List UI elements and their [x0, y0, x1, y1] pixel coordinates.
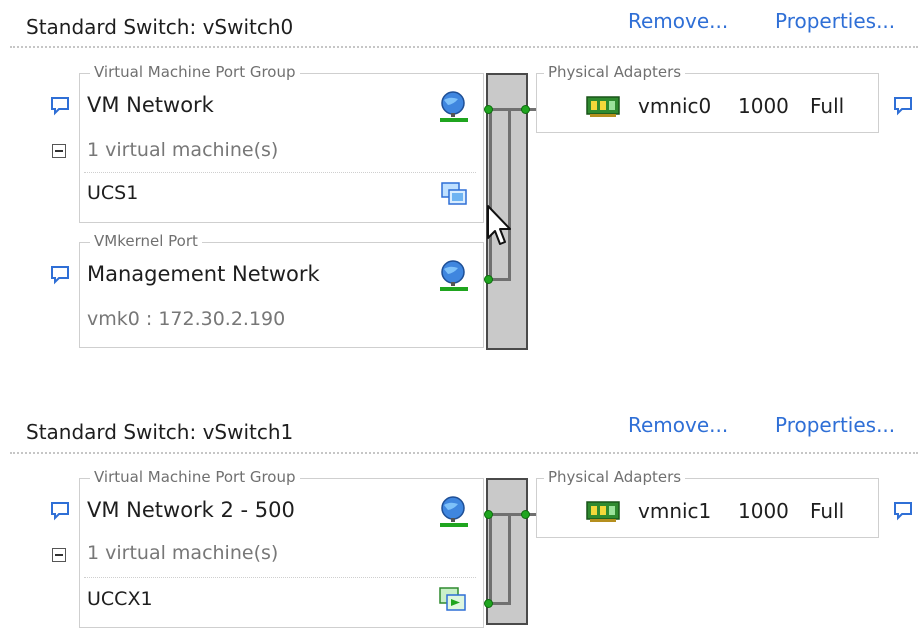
port-group-legend: Virtual Machine Port Group: [90, 468, 300, 486]
speech-bubble-icon[interactable]: [50, 501, 70, 521]
port-dot: [484, 105, 493, 114]
port-dot: [484, 599, 493, 608]
collapse-minus-icon[interactable]: [52, 144, 66, 158]
virtual-machine-icon: [441, 182, 467, 205]
uplink-line: [508, 109, 511, 279]
collapse-minus-icon[interactable]: [52, 548, 66, 562]
nic-speed: 1000: [738, 94, 789, 118]
port-dot: [521, 510, 530, 519]
physical-adapters-legend: Physical Adapters: [544, 468, 686, 486]
virtual-machine-icon: [439, 587, 466, 611]
nic-name[interactable]: vmnic0: [638, 94, 711, 118]
port-group-name[interactable]: VM Network: [87, 93, 214, 117]
nic-name[interactable]: vmnic1: [638, 499, 711, 523]
network-globe-icon: [440, 91, 468, 122]
nic-duplex: Full: [810, 94, 845, 118]
row-divider: [84, 172, 476, 173]
speech-bubble-icon[interactable]: [50, 96, 70, 116]
section-divider: [10, 452, 918, 454]
vm-count-text: 1 virtual machine(s): [87, 139, 279, 161]
vm-count-text: 1 virtual machine(s): [87, 542, 279, 564]
network-globe-icon: [440, 496, 468, 527]
switch-title: Standard Switch: vSwitch1: [26, 420, 294, 444]
physical-adapters-legend: Physical Adapters: [544, 63, 686, 81]
speech-bubble-icon[interactable]: [893, 96, 913, 116]
properties-link[interactable]: Properties...: [775, 9, 895, 33]
speech-bubble-icon[interactable]: [50, 265, 70, 285]
network-globe-icon: [440, 260, 468, 291]
uplink-line: [508, 514, 511, 604]
vmkernel-address: vmk0 : 172.30.2.190: [87, 308, 286, 330]
vmkernel-legend: VMkernel Port: [90, 232, 202, 250]
switch-title: Standard Switch: vSwitch0: [26, 15, 294, 39]
remove-link[interactable]: Remove...: [628, 413, 728, 437]
vm-name[interactable]: UCS1: [87, 182, 138, 204]
port-dot: [484, 275, 493, 284]
nic-duplex: Full: [810, 499, 845, 523]
vmkernel-port-name[interactable]: Management Network: [87, 262, 320, 286]
port-dot: [521, 105, 530, 114]
vmkernel-port-box: [79, 242, 484, 348]
port-line: [489, 109, 492, 279]
port-group-legend: Virtual Machine Port Group: [90, 63, 300, 81]
vm-name[interactable]: UCCX1: [87, 588, 153, 610]
network-adapter-icon: [586, 96, 620, 117]
section-divider: [10, 46, 918, 48]
nic-speed: 1000: [738, 499, 789, 523]
remove-link[interactable]: Remove...: [628, 9, 728, 33]
row-divider: [84, 577, 476, 578]
properties-link[interactable]: Properties...: [775, 413, 895, 437]
mouse-cursor-icon: [487, 205, 511, 245]
port-group-name[interactable]: VM Network 2 - 500: [87, 498, 295, 522]
port-line: [489, 514, 492, 604]
speech-bubble-icon[interactable]: [893, 501, 913, 521]
port-dot: [484, 510, 493, 519]
network-adapter-icon: [586, 501, 620, 522]
